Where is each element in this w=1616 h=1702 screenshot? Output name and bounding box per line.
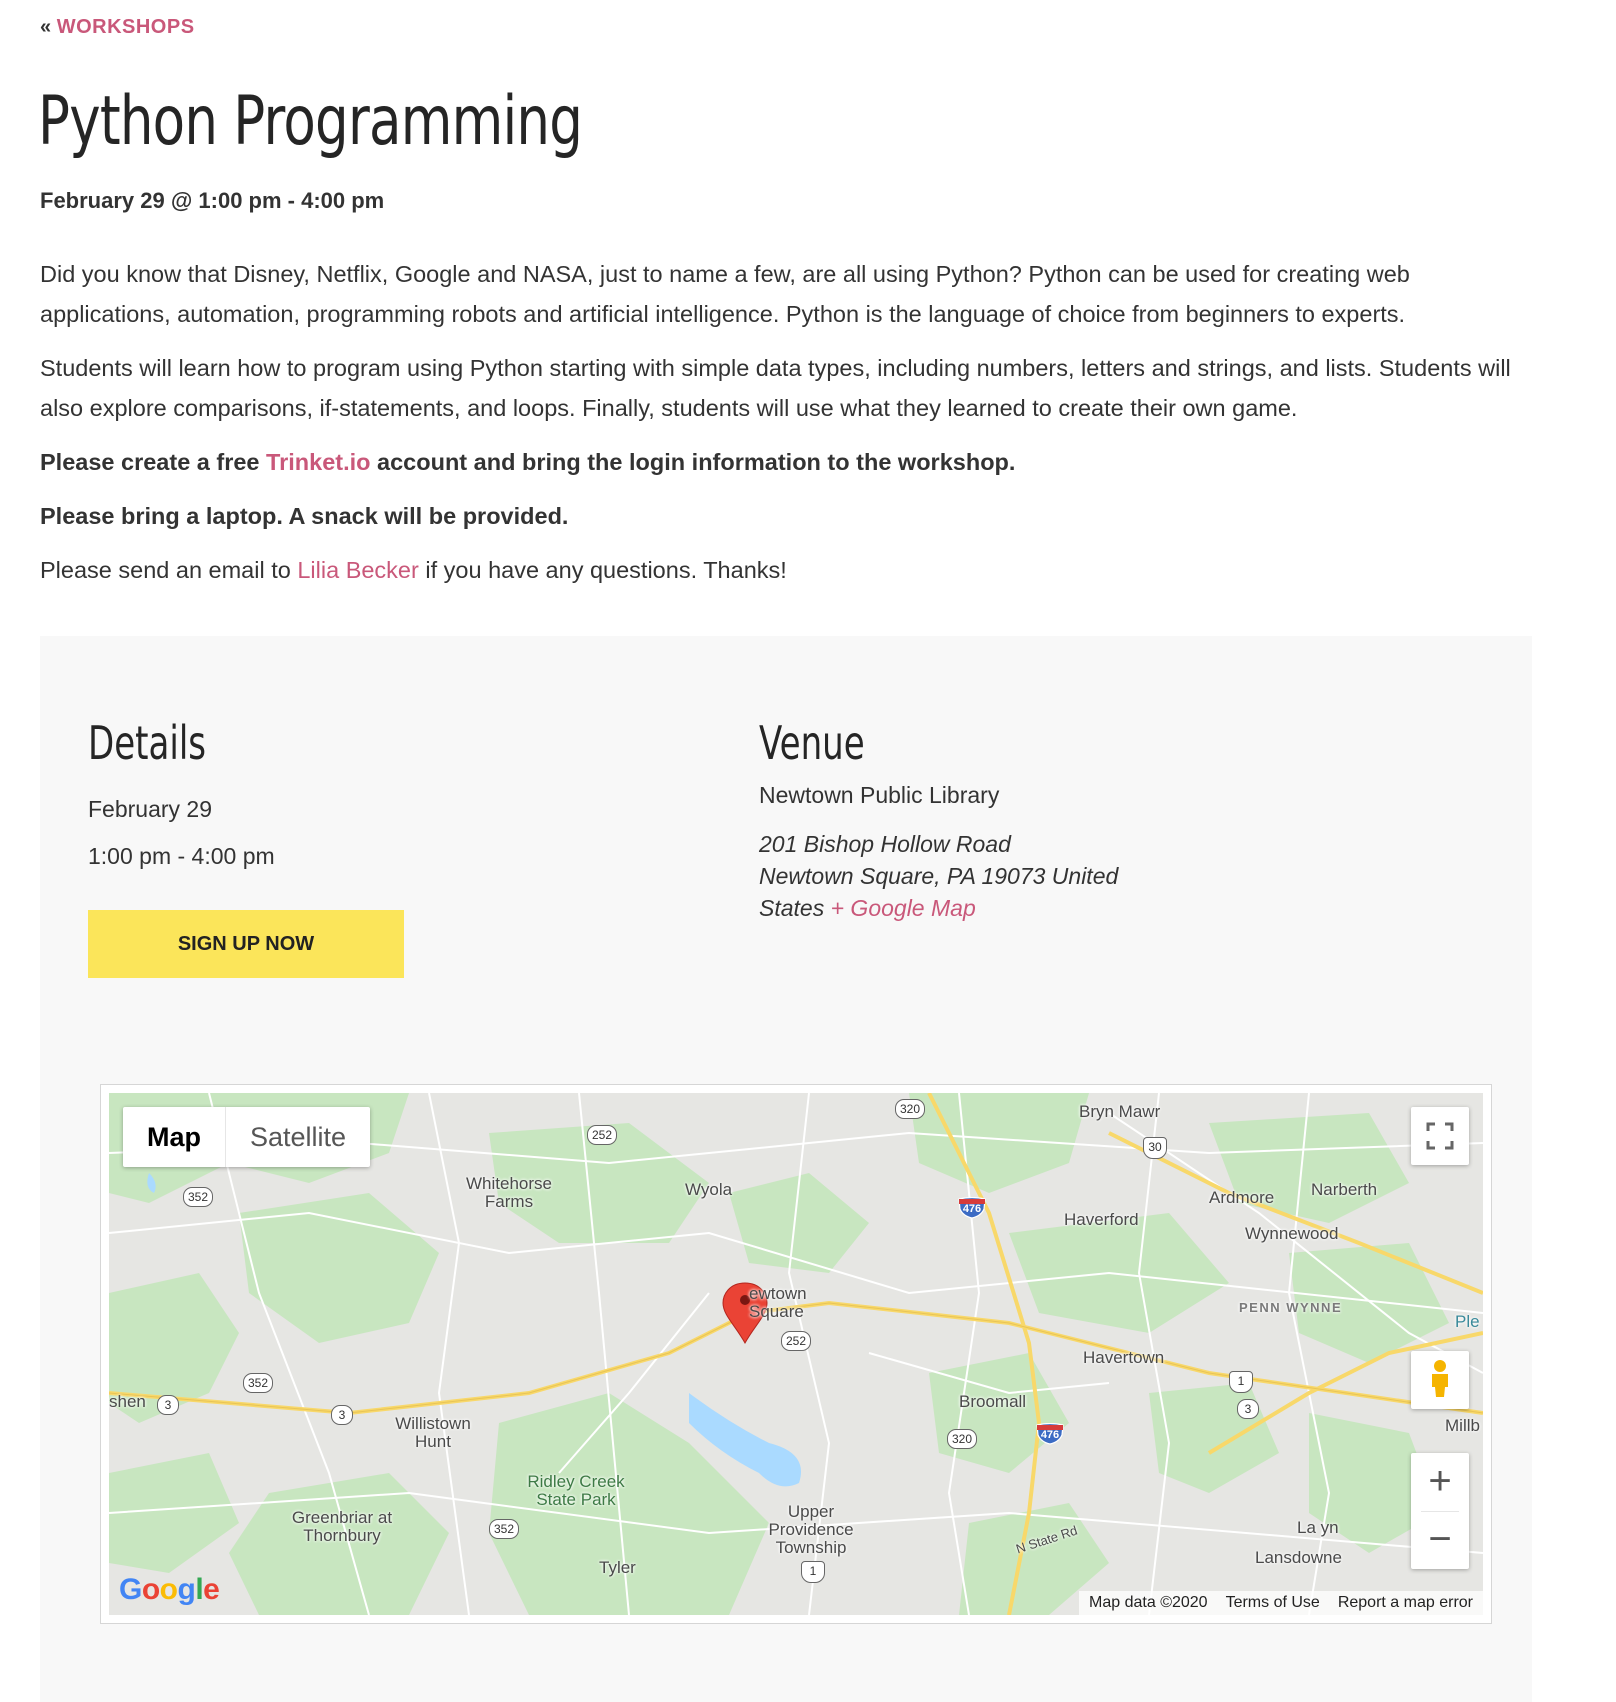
- trinket-note-text-end: account and bring the login information …: [370, 449, 1016, 475]
- sign-up-button[interactable]: SIGN UP NOW: [88, 910, 404, 978]
- venue-name: Newtown Public Library: [759, 782, 1000, 808]
- place-bryn-mawr: Bryn Mawr: [1079, 1102, 1161, 1121]
- route-shield: 320: [947, 1429, 977, 1449]
- place-ardmore: Ardmore: [1209, 1188, 1275, 1207]
- terms-of-use-link[interactable]: Terms of Use: [1226, 1591, 1320, 1615]
- google-map[interactable]: Bryn Mawr Narberth Ardmore Wyola Whiteho…: [109, 1093, 1483, 1615]
- event-meta-panel: Details February 29 1:00 pm - 4:00 pm SI…: [40, 636, 1532, 1702]
- place-whitehorse-farms: Whitehorse Farms: [466, 1174, 552, 1211]
- venue-heading: Venue: [759, 716, 865, 770]
- page-title: Python Programming: [38, 82, 583, 161]
- interstate-number: 476: [1040, 1429, 1060, 1441]
- street-view-pegman[interactable]: [1411, 1351, 1469, 1409]
- details-date: February 29: [88, 796, 213, 822]
- zoom-out-button[interactable]: −: [1411, 1511, 1469, 1569]
- address-country: States: [759, 895, 825, 921]
- map-type-control: Map Satellite: [123, 1107, 371, 1167]
- place-narberth: Narberth: [1311, 1180, 1378, 1199]
- report-map-error-link[interactable]: Report a map error: [1338, 1591, 1473, 1615]
- details-heading: Details: [88, 716, 207, 770]
- route-shield: 3: [157, 1395, 179, 1415]
- place-havertown: Havertown: [1083, 1348, 1165, 1367]
- breadcrumb: « WORKSHOPS: [40, 16, 195, 39]
- contact-email-link[interactable]: Lilia Becker: [297, 557, 418, 583]
- details-time: 1:00 pm - 4:00 pm: [88, 843, 275, 869]
- route-shield: 352: [489, 1519, 519, 1539]
- venue-address: 201 Bishop Hollow Road Newtown Square, P…: [759, 828, 1139, 924]
- place-ridley-creek: Ridley Creek State Park: [527, 1472, 625, 1509]
- route-shield: 3: [331, 1405, 353, 1425]
- event-description: Did you know that Disney, Netflix, Googl…: [40, 254, 1540, 604]
- route-shield-us: 1: [1229, 1371, 1253, 1393]
- google-map-link[interactable]: + Google Map: [831, 895, 976, 921]
- place-upper-providence: Upper Providence Township: [768, 1502, 854, 1557]
- trinket-link[interactable]: Trinket.io: [266, 449, 370, 475]
- place-tyler: Tyler: [599, 1558, 636, 1577]
- place-willistown-hunt: Willistown Hunt: [395, 1414, 471, 1451]
- trinket-note-text: Please create a free: [40, 449, 267, 475]
- address-line-2: Newtown Square, PA 19073 United: [759, 863, 1119, 889]
- description-paragraph-2: Students will learn how to program using…: [40, 355, 1511, 421]
- interstate-shield: 476: [1035, 1422, 1065, 1445]
- route-shield: 320: [895, 1099, 925, 1119]
- contact-text: Please send an email to: [40, 557, 298, 583]
- map-type-map-button[interactable]: Map: [123, 1107, 226, 1167]
- place-la-yn: La yn: [1297, 1518, 1339, 1537]
- contact-text-end: if you have any questions. Thanks!: [418, 557, 787, 583]
- place-haverford: Haverford: [1064, 1210, 1139, 1229]
- zoom-control: + −: [1411, 1453, 1469, 1569]
- trinket-note: Please create a free Trinket.io account …: [40, 442, 1540, 482]
- interstate-shield: 476: [957, 1196, 987, 1219]
- route-shield: 252: [781, 1331, 811, 1351]
- route-shield: 352: [183, 1187, 213, 1207]
- workshops-link[interactable]: WORKSHOPS: [57, 16, 195, 38]
- place-broomall: Broomall: [959, 1392, 1027, 1411]
- route-shield: 3: [1237, 1399, 1259, 1419]
- fullscreen-icon: [1426, 1122, 1454, 1150]
- interstate-number: 476: [962, 1203, 982, 1215]
- place-wyola: Wyola: [685, 1180, 733, 1199]
- route-shield: 352: [243, 1373, 273, 1393]
- pegman-icon: [1432, 1360, 1448, 1397]
- place-wynnewood: Wynnewood: [1245, 1224, 1339, 1243]
- contact-note: Please send an email to Lilia Becker if …: [40, 550, 1540, 590]
- route-shield: 252: [587, 1125, 617, 1145]
- description-paragraph-1: Did you know that Disney, Netflix, Googl…: [40, 261, 1410, 327]
- breadcrumb-prefix: «: [40, 16, 52, 38]
- map-frame: Bryn Mawr Narberth Ardmore Wyola Whiteho…: [100, 1084, 1492, 1624]
- place-lansdowne: Lansdowne: [1255, 1548, 1342, 1567]
- place-penn-wynne: PENN WYNNE: [1239, 1300, 1343, 1315]
- map-attribution: Map data ©2020 Terms of Use Report a map…: [1079, 1591, 1483, 1615]
- zoom-in-button[interactable]: +: [1411, 1453, 1469, 1511]
- place-ple: Ple: [1455, 1312, 1480, 1331]
- route-shield-us: 1: [801, 1561, 825, 1583]
- laptop-note: Please bring a laptop. A snack will be p…: [40, 503, 569, 529]
- address-line-3: States + Google Map: [759, 892, 1139, 924]
- google-logo: Google: [119, 1573, 220, 1606]
- address-line-1: 201 Bishop Hollow Road: [759, 831, 1011, 857]
- place-greenbriar: Greenbriar at Thornbury: [291, 1508, 393, 1545]
- place-newtown-square: ewtown Square: [749, 1284, 807, 1321]
- fullscreen-button[interactable]: [1411, 1107, 1469, 1165]
- event-datetime: February 29 @ 1:00 pm - 4:00 pm: [40, 188, 385, 213]
- place-millb: Millb: [1445, 1416, 1480, 1435]
- place-shen: shen: [109, 1392, 146, 1411]
- route-shield-us: 30: [1143, 1137, 1167, 1159]
- map-type-satellite-button[interactable]: Satellite: [226, 1107, 370, 1167]
- map-data-credit: Map data ©2020: [1089, 1594, 1208, 1611]
